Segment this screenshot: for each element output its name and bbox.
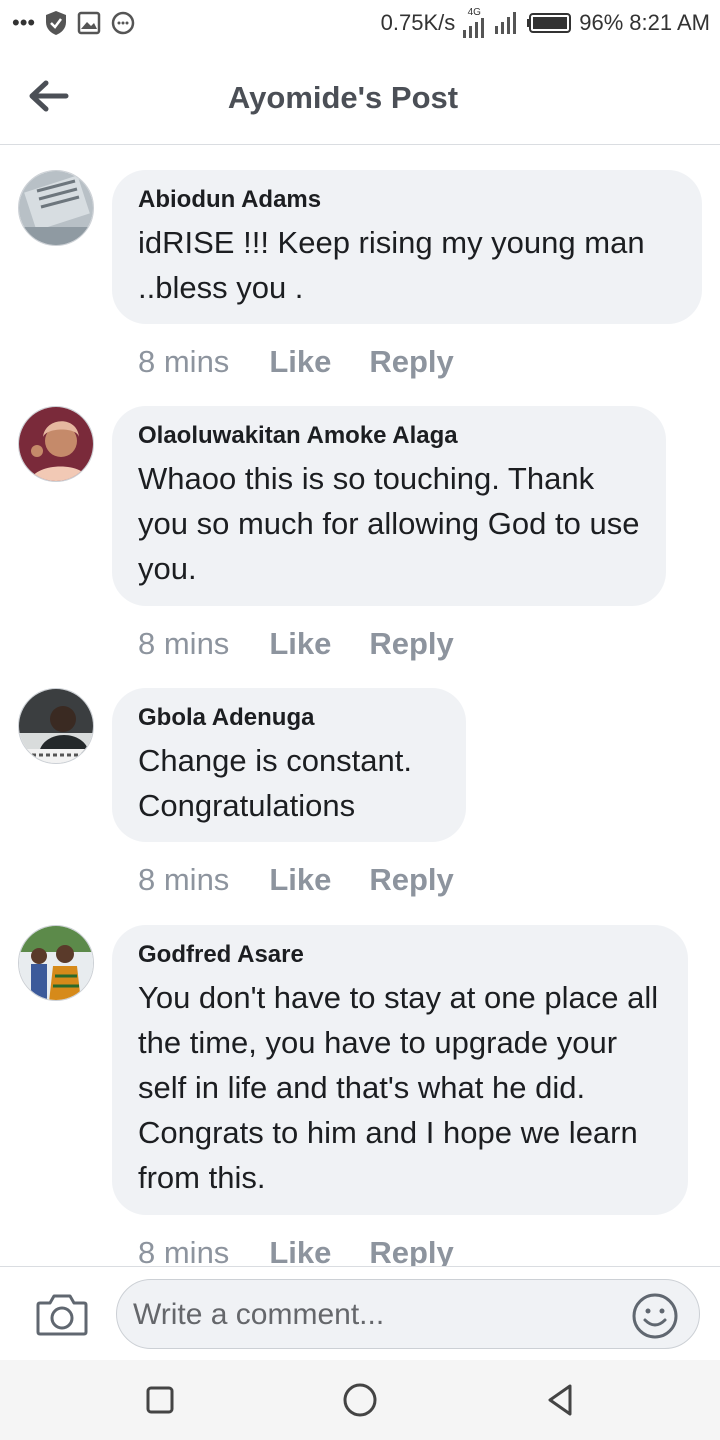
triangle-back-icon[interactable]: [540, 1380, 580, 1420]
app-header: Ayomide's Post: [0, 50, 720, 145]
signal-icon-2: [495, 12, 517, 34]
circle-icon[interactable]: [340, 1380, 380, 1420]
comment-text: Change is constant. Congratulations: [138, 743, 413, 823]
reply-button[interactable]: Reply: [369, 626, 453, 662]
reply-button[interactable]: Reply: [369, 344, 453, 380]
comment-input[interactable]: [131, 1280, 615, 1350]
battery-icon: [527, 13, 572, 33]
page-title: Ayomide's Post: [227, 80, 459, 115]
like-button[interactable]: Like: [269, 626, 331, 662]
signal-icon: [463, 18, 485, 38]
comment-bubble[interactable]: Gbola Adenuga Change is constant. Congra…: [112, 688, 466, 842]
avatar[interactable]: [18, 688, 94, 764]
comment-time: 8 mins: [138, 344, 230, 379]
comment-bubble[interactable]: Abiodun Adams idRISE !!! Keep rising my …: [112, 170, 702, 324]
picture-icon: [77, 11, 101, 35]
like-button[interactable]: Like: [269, 344, 331, 380]
network-speed: 0.75K/s: [380, 10, 456, 35]
comment-author[interactable]: Abiodun Adams: [138, 186, 676, 214]
avatar[interactable]: [18, 925, 94, 1001]
network-type: 4G: [461, 8, 487, 38]
system-nav-bar: [0, 1360, 720, 1440]
comment-text: idRISE !!! Keep rising my young man ..bl…: [138, 225, 645, 305]
status-icons-right: 0.75K/s 4G 96% 8:21 AM: [381, 8, 710, 38]
avatar[interactable]: [18, 406, 94, 482]
comment-composer: [0, 1266, 720, 1361]
battery-percent: 96%: [579, 10, 624, 35]
shield-icon: [46, 11, 67, 35]
status-icons-left: •••: [12, 10, 135, 36]
comment-actions: 8 mins Like Reply: [138, 862, 454, 898]
comment-author[interactable]: Olaoluwakitan Amoke Alaga: [138, 422, 640, 450]
comment-text: You don't have to stay at one place all …: [138, 980, 659, 1195]
avatar[interactable]: [18, 170, 94, 246]
clock: 8:21 AM: [629, 10, 710, 35]
reply-button[interactable]: Reply: [369, 862, 453, 898]
camera-icon[interactable]: [36, 1291, 88, 1337]
comment-bubble[interactable]: Godfred Asare You don't have to stay at …: [112, 925, 688, 1215]
messenger-icon: [111, 11, 135, 35]
emoji-icon[interactable]: [631, 1292, 679, 1340]
comment-author[interactable]: Godfred Asare: [138, 941, 662, 969]
comment-time: 8 mins: [138, 862, 230, 897]
comment-input-container[interactable]: [116, 1279, 700, 1350]
comment-author[interactable]: Gbola Adenuga: [138, 704, 440, 732]
more-dots-icon: •••: [12, 10, 36, 35]
comment-time: 8 mins: [138, 626, 230, 661]
comment-actions: 8 mins Like Reply: [138, 626, 454, 662]
comment-text: Whaoo this is so touching. Thank you so …: [138, 461, 640, 586]
comment-bubble[interactable]: Olaoluwakitan Amoke Alaga Whaoo this is …: [112, 406, 666, 606]
comment-actions: 8 mins Like Reply: [138, 344, 454, 380]
square-icon[interactable]: [140, 1380, 180, 1420]
like-button[interactable]: Like: [269, 862, 331, 898]
status-bar: ••• 0.75K/s 4G 96% 8:21 AM: [0, 0, 720, 50]
